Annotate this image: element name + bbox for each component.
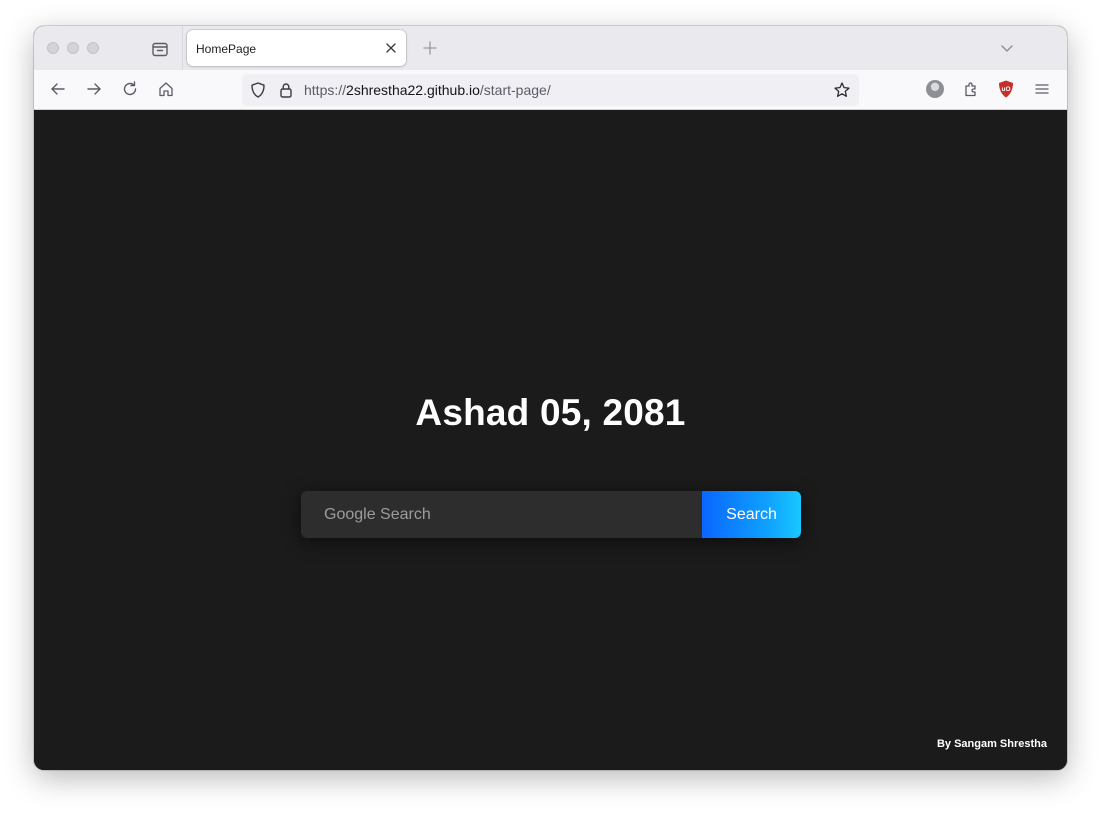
window-zoom-button[interactable] — [87, 42, 99, 54]
tab-strip: HomePage — [34, 26, 1067, 70]
close-icon[interactable] — [384, 41, 398, 55]
window-close-button[interactable] — [47, 42, 59, 54]
avatar[interactable] — [926, 80, 944, 98]
ublock-shield-icon[interactable]: uO — [997, 79, 1015, 99]
window-minimize-button[interactable] — [67, 42, 79, 54]
shield-icon[interactable] — [249, 81, 267, 99]
tab-manager-icon[interactable] — [150, 39, 170, 59]
puzzle-icon[interactable] — [962, 80, 980, 98]
hamburger-menu-icon[interactable] — [1033, 80, 1051, 98]
arrow-right-icon[interactable] — [85, 80, 103, 98]
browser-window: HomePage https://2shrestha22.github.io/s… — [34, 26, 1067, 770]
page-content: Ashad 05, 2081 Search By Sangam Shrestha — [34, 110, 1067, 770]
url-scheme: https:// — [304, 82, 347, 98]
search-button[interactable]: Search — [702, 491, 801, 538]
navigation-toolbar: https://2shrestha22.github.io/start-page… — [34, 70, 1067, 110]
search-input[interactable] — [301, 491, 702, 538]
tab-title: HomePage — [196, 42, 257, 56]
author-credit: By Sangam Shrestha — [936, 738, 1047, 750]
tab-separator — [182, 26, 183, 70]
svg-text:uO: uO — [1001, 86, 1010, 93]
url-host: 2shrestha22.github.io — [346, 82, 480, 98]
star-icon[interactable] — [833, 81, 851, 99]
plus-icon[interactable] — [422, 40, 438, 56]
home-icon[interactable] — [157, 80, 175, 98]
reload-icon[interactable] — [121, 80, 139, 98]
search-form: Search — [301, 491, 801, 538]
arrow-left-icon[interactable] — [49, 80, 67, 98]
url-text[interactable]: https://2shrestha22.github.io/start-page… — [304, 82, 551, 98]
chevron-down-icon[interactable] — [999, 40, 1015, 56]
date-heading: Ashad 05, 2081 — [415, 392, 686, 433]
address-bar[interactable]: https://2shrestha22.github.io/start-page… — [242, 74, 859, 106]
lock-icon[interactable] — [277, 81, 295, 99]
tab-homepage[interactable]: HomePage — [187, 30, 406, 66]
url-path: /start-page/ — [479, 82, 551, 98]
